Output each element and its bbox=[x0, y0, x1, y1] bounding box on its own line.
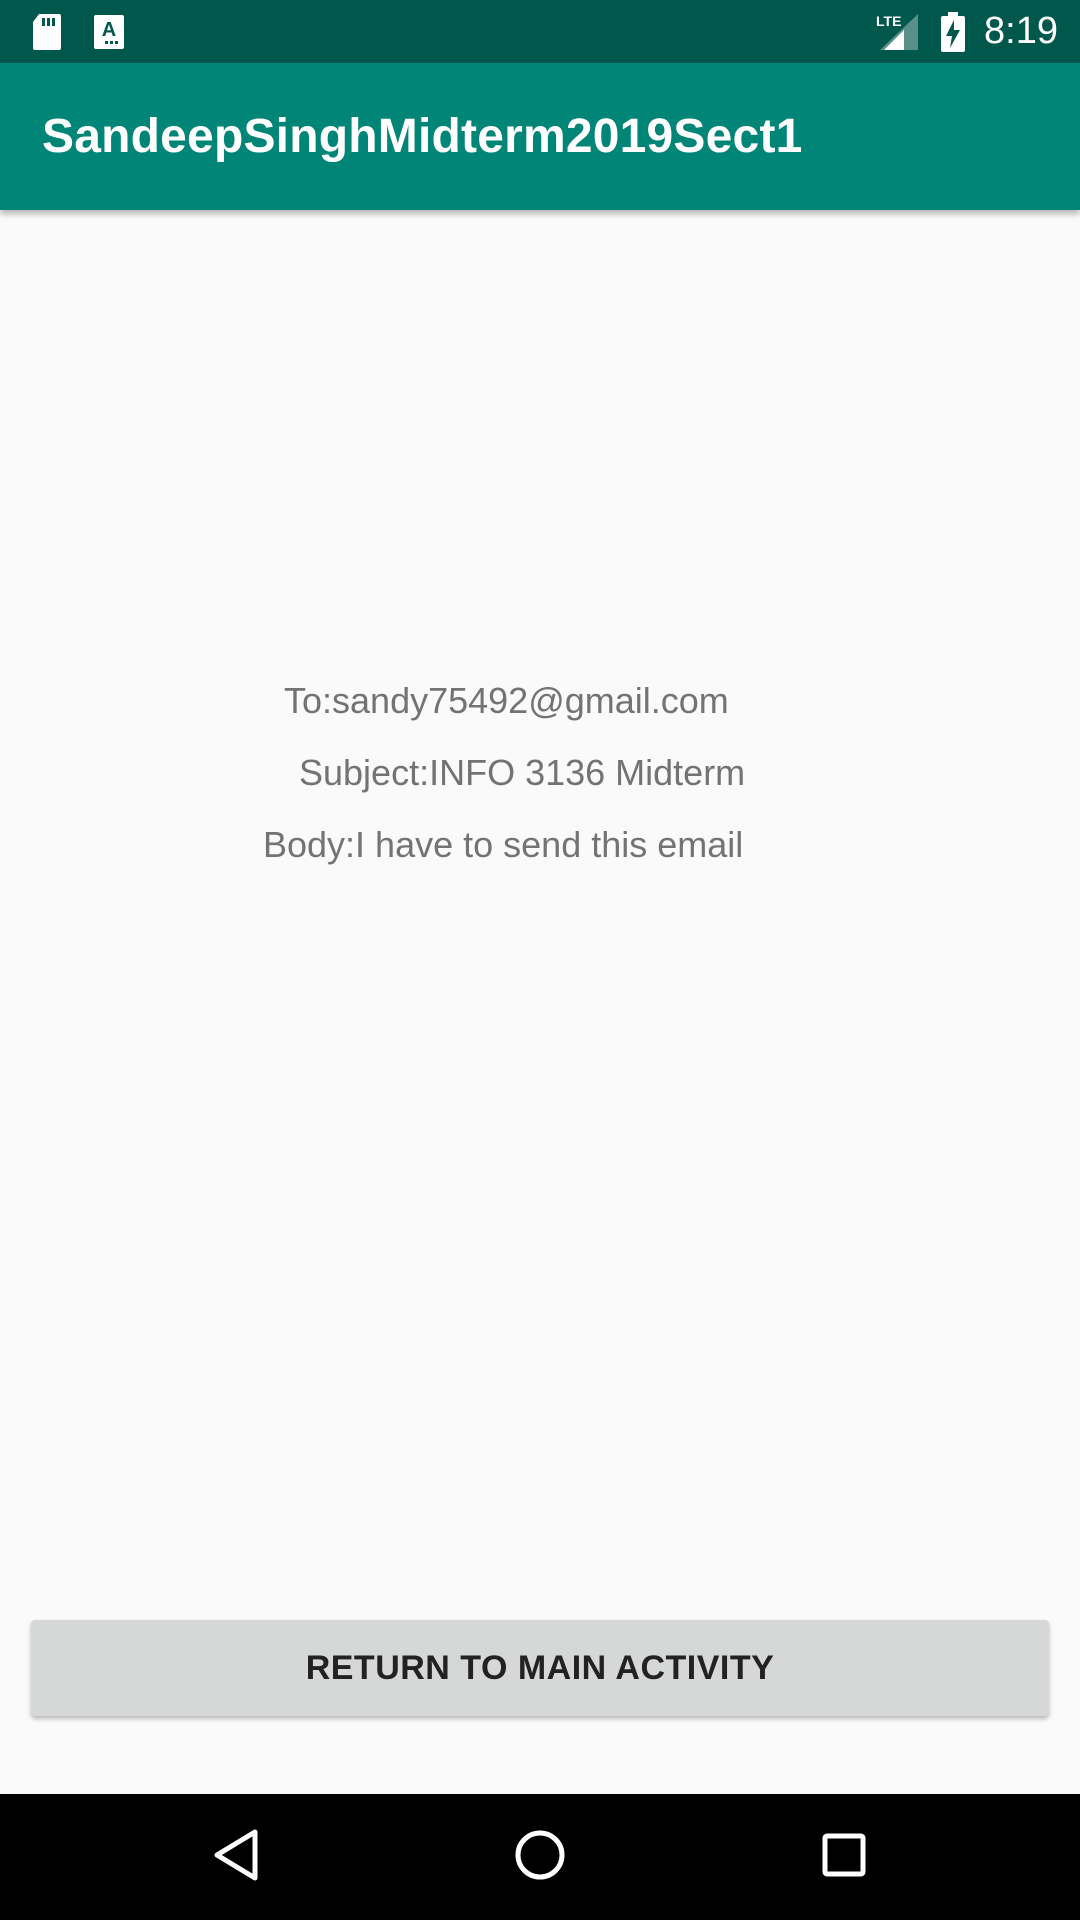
home-button[interactable] bbox=[480, 1794, 600, 1920]
app-title: SandeepSinghMidterm2019Sect1 bbox=[42, 110, 803, 163]
recents-icon bbox=[820, 1831, 868, 1884]
a-notification-icon: A bbox=[93, 0, 125, 63]
lte-signal-icon: LTE bbox=[874, 0, 922, 63]
sd-card-icon bbox=[31, 0, 63, 63]
battery-charging-icon bbox=[940, 0, 966, 63]
return-to-main-activity-button[interactable]: RETURN TO MAIN ACTIVITY bbox=[31, 1620, 1049, 1716]
status-bar: A LTE 8:19 bbox=[0, 0, 1080, 63]
svg-text:A: A bbox=[102, 19, 116, 41]
recents-button[interactable] bbox=[784, 1794, 904, 1920]
home-icon bbox=[513, 1828, 567, 1887]
app-bar: SandeepSinghMidterm2019Sect1 bbox=[0, 63, 1080, 210]
status-time: 8:19 bbox=[984, 10, 1058, 52]
svg-text:LTE: LTE bbox=[876, 13, 901, 29]
screen: A LTE 8:19 SandeepSinghMidterm2019Sect1 bbox=[0, 0, 1080, 1920]
navigation-bar bbox=[0, 1794, 1080, 1920]
email-to-text: To:sandy75492@gmail.com bbox=[284, 680, 729, 721]
back-button[interactable] bbox=[176, 1794, 296, 1920]
email-body-text: Body:I have to send this email bbox=[263, 824, 744, 865]
email-subject-text: Subject:INFO 3136 Midterm bbox=[299, 752, 746, 793]
back-icon bbox=[211, 1828, 261, 1887]
